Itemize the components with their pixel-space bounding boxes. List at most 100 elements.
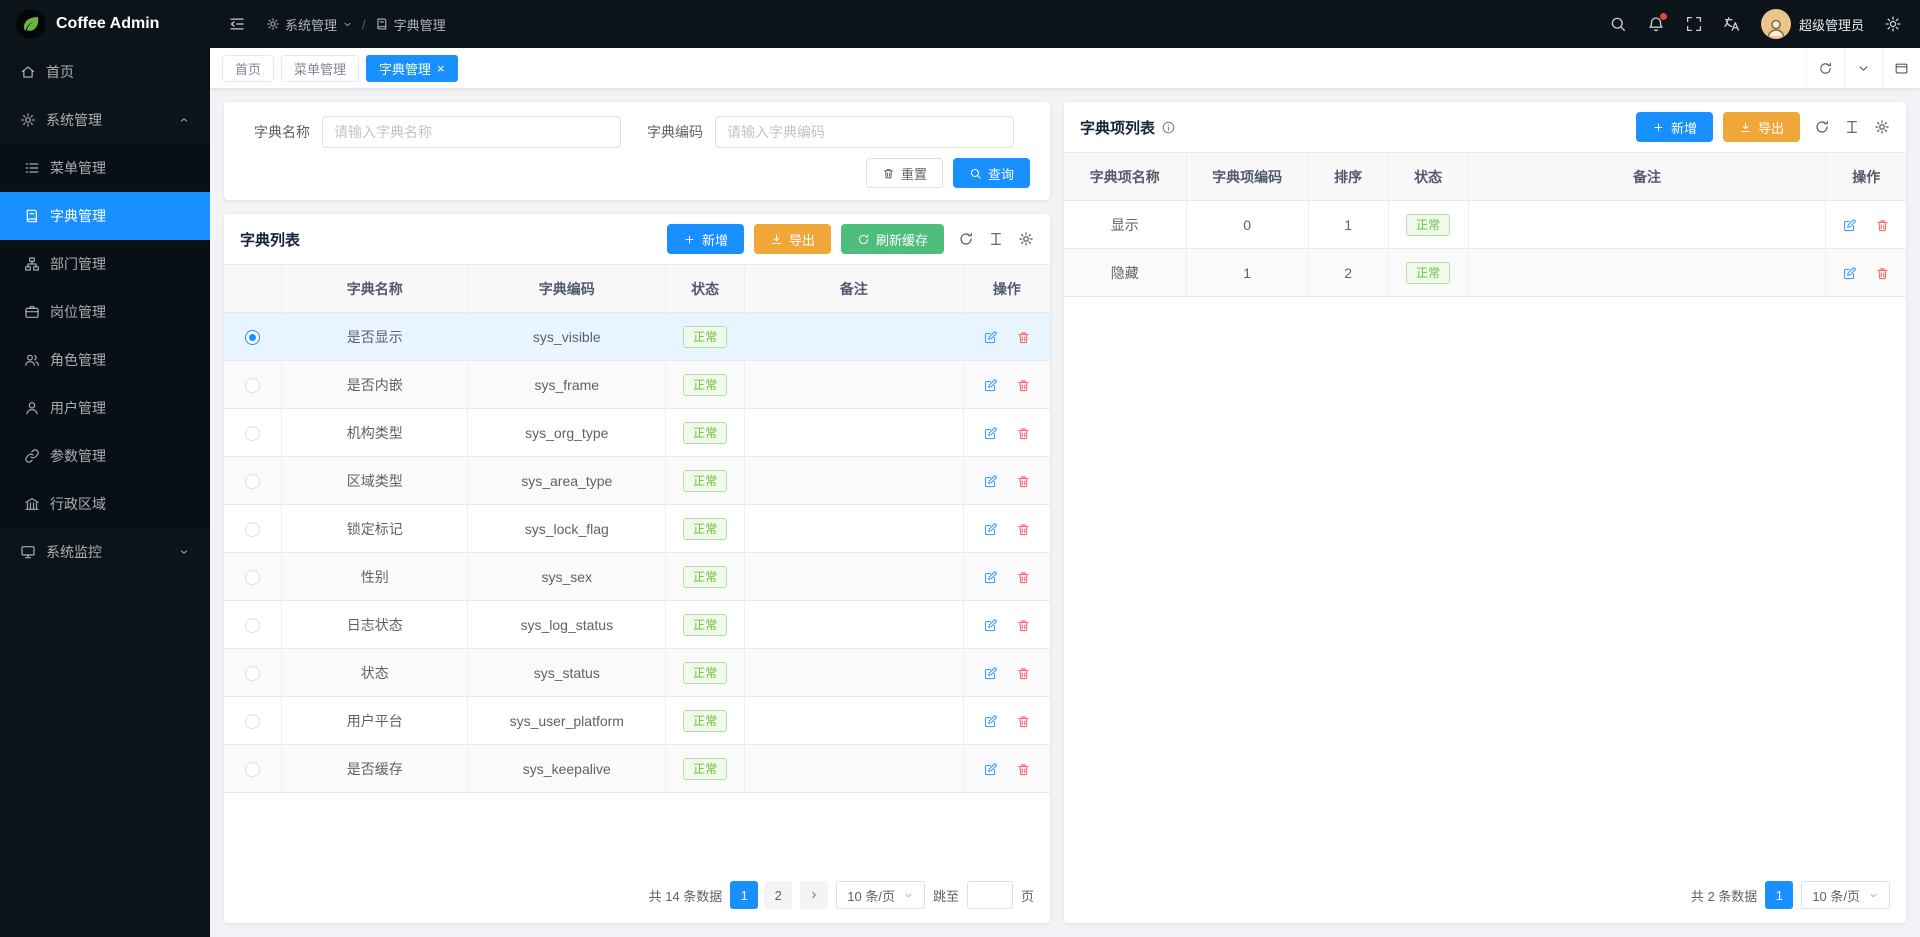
- dict-code-input[interactable]: [715, 116, 1014, 148]
- sidebar-item-user-mgmt[interactable]: 用户管理: [0, 384, 210, 432]
- refresh-cache-button[interactable]: 刷新缓存: [841, 224, 944, 254]
- breadcrumb-system[interactable]: 系统管理: [266, 15, 353, 34]
- sidebar-item-region-mgmt[interactable]: 行政区域: [0, 480, 210, 528]
- sidebar-item-post-mgmt[interactable]: 岗位管理: [0, 288, 210, 336]
- refresh-table-icon[interactable]: [1814, 119, 1830, 135]
- dict-row[interactable]: 区域类型sys_area_type正常: [224, 457, 1050, 505]
- column-settings-icon[interactable]: [988, 231, 1004, 247]
- edit-icon[interactable]: [1842, 218, 1857, 233]
- edit-icon[interactable]: [983, 330, 998, 345]
- add-item-button[interactable]: 新增: [1636, 112, 1713, 142]
- info-icon[interactable]: [1161, 120, 1176, 135]
- tab-menu-mgmt[interactable]: 菜单管理: [281, 55, 359, 82]
- row-radio[interactable]: [245, 570, 260, 585]
- dict-row[interactable]: 性别sys_sex正常: [224, 553, 1050, 601]
- row-radio[interactable]: [245, 714, 260, 729]
- edit-icon[interactable]: [983, 426, 998, 441]
- page-size-select[interactable]: 10 条/页: [836, 881, 925, 909]
- next-page-button[interactable]: [800, 881, 828, 909]
- page-button[interactable]: 1: [730, 881, 758, 909]
- sidebar-item-role-mgmt[interactable]: 角色管理: [0, 336, 210, 384]
- row-radio[interactable]: [245, 666, 260, 681]
- table-settings-icon[interactable]: [1018, 231, 1034, 247]
- translate-icon[interactable]: [1723, 15, 1741, 33]
- dict-row[interactable]: 是否内嵌sys_frame正常: [224, 361, 1050, 409]
- tab-home[interactable]: 首页: [222, 55, 274, 82]
- edit-icon[interactable]: [983, 522, 998, 537]
- dict-row[interactable]: 状态sys_status正常: [224, 649, 1050, 697]
- export-dict-button[interactable]: 导出: [754, 224, 831, 254]
- row-radio[interactable]: [245, 474, 260, 489]
- row-radio[interactable]: [245, 522, 260, 537]
- table-settings-icon[interactable]: [1874, 119, 1890, 135]
- row-radio[interactable]: [245, 426, 260, 441]
- delete-icon[interactable]: [1875, 266, 1890, 281]
- search-icon[interactable]: [1609, 15, 1627, 33]
- page-size-select[interactable]: 10 条/页: [1801, 881, 1890, 909]
- dict-item-row[interactable]: 显示01正常: [1064, 201, 1906, 249]
- edit-icon[interactable]: [983, 666, 998, 681]
- row-radio[interactable]: [245, 330, 260, 345]
- delete-icon[interactable]: [1016, 762, 1031, 777]
- dict-row[interactable]: 是否缓存sys_keepalive正常: [224, 745, 1050, 793]
- tab-dict-mgmt[interactable]: 字典管理 ×: [366, 55, 458, 82]
- row-radio[interactable]: [245, 618, 260, 633]
- edit-icon[interactable]: [983, 474, 998, 489]
- delete-icon[interactable]: [1016, 474, 1031, 489]
- sidebar-item-dept-mgmt[interactable]: 部门管理: [0, 240, 210, 288]
- sidebar-item-system[interactable]: 系统管理: [0, 96, 210, 144]
- delete-icon[interactable]: [1016, 522, 1031, 537]
- column-settings-icon[interactable]: [1844, 119, 1860, 135]
- column-header: 排序: [1308, 153, 1388, 201]
- dict-row[interactable]: 是否显示sys_visible正常: [224, 313, 1050, 361]
- fullscreen-icon[interactable]: [1685, 15, 1703, 33]
- delete-icon[interactable]: [1016, 378, 1031, 393]
- row-radio[interactable]: [245, 762, 260, 777]
- page-button[interactable]: 1: [1765, 881, 1793, 909]
- delete-icon[interactable]: [1016, 714, 1031, 729]
- delete-icon[interactable]: [1875, 218, 1890, 233]
- close-icon[interactable]: ×: [437, 62, 445, 75]
- dict-row[interactable]: 日志状态sys_log_status正常: [224, 601, 1050, 649]
- page-button[interactable]: 2: [764, 881, 792, 909]
- content-fullscreen-icon[interactable]: [1882, 48, 1920, 88]
- breadcrumb-dict[interactable]: 字典管理: [375, 15, 446, 34]
- edit-icon[interactable]: [1842, 266, 1857, 281]
- edit-icon[interactable]: [983, 570, 998, 585]
- reset-button[interactable]: 重置: [866, 158, 943, 188]
- settings-gear-icon[interactable]: [1884, 15, 1902, 33]
- delete-icon[interactable]: [1016, 666, 1031, 681]
- export-items-button[interactable]: 导出: [1723, 112, 1800, 142]
- row-radio[interactable]: [245, 378, 260, 393]
- delete-icon[interactable]: [1016, 618, 1031, 633]
- user-menu[interactable]: 超级管理员: [1761, 9, 1864, 39]
- chevron-down-icon[interactable]: [1844, 48, 1882, 88]
- edit-icon[interactable]: [983, 378, 998, 393]
- notification-bell-icon[interactable]: [1647, 15, 1665, 33]
- add-dict-button[interactable]: 新增: [667, 224, 744, 254]
- sidebar-item-monitor[interactable]: 系统监控: [0, 528, 210, 576]
- sidebar-item-menu-mgmt[interactable]: 菜单管理: [0, 144, 210, 192]
- sidebar-toggle-icon[interactable]: [228, 15, 246, 33]
- dict-row[interactable]: 机构类型sys_org_type正常: [224, 409, 1050, 457]
- refresh-icon[interactable]: [1806, 48, 1844, 88]
- sidebar-item-home[interactable]: 首页: [0, 48, 210, 96]
- dict-item-row[interactable]: 隐藏12正常: [1064, 249, 1906, 297]
- edit-icon[interactable]: [983, 714, 998, 729]
- dict-row[interactable]: 锁定标记sys_lock_flag正常: [224, 505, 1050, 553]
- delete-icon[interactable]: [1016, 426, 1031, 441]
- dictionary-icon: [375, 17, 389, 31]
- sidebar-item-param-mgmt[interactable]: 参数管理: [0, 432, 210, 480]
- sidebar-item-label: 用户管理: [50, 398, 106, 418]
- dict-row[interactable]: 用户平台sys_user_platform正常: [224, 697, 1050, 745]
- delete-icon[interactable]: [1016, 330, 1031, 345]
- edit-icon[interactable]: [983, 618, 998, 633]
- refresh-table-icon[interactable]: [958, 231, 974, 247]
- jump-page-input[interactable]: [967, 881, 1013, 909]
- dict-name-input[interactable]: [322, 116, 621, 148]
- delete-icon[interactable]: [1016, 570, 1031, 585]
- remark-cell: [744, 601, 963, 649]
- edit-icon[interactable]: [983, 762, 998, 777]
- sidebar-item-dict-mgmt[interactable]: 字典管理: [0, 192, 210, 240]
- query-button[interactable]: 查询: [953, 158, 1030, 188]
